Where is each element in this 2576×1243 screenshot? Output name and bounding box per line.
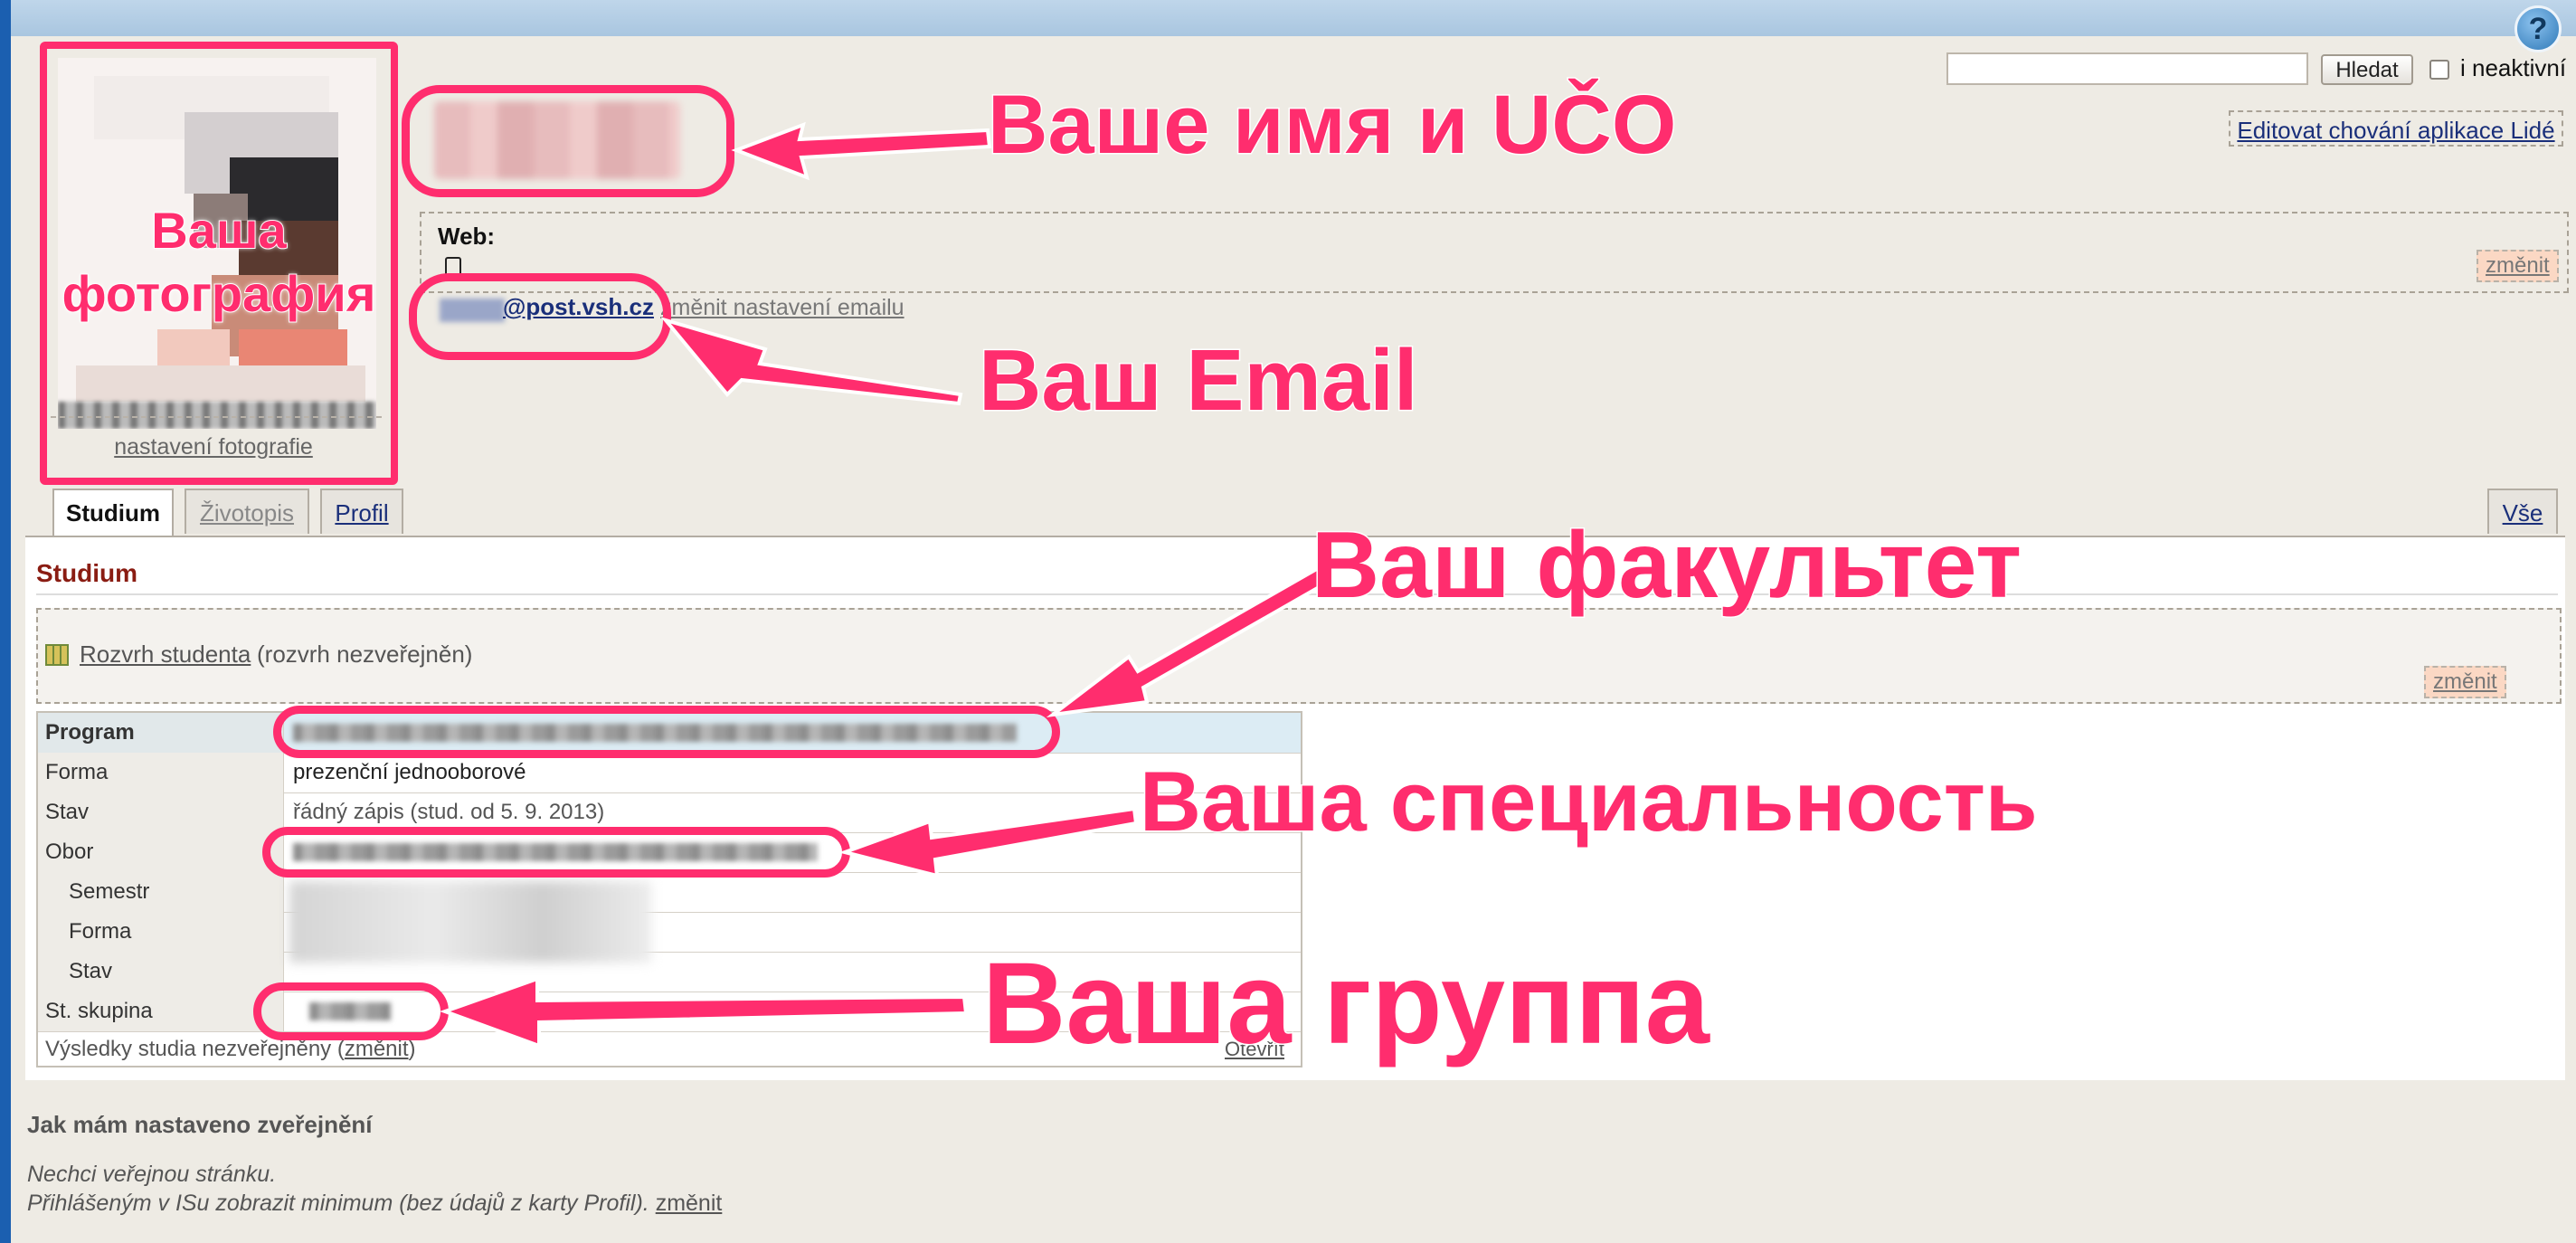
results-change-link[interactable]: změnit	[345, 1037, 409, 1061]
tab-all-label: Vše	[2502, 499, 2543, 527]
row-key: Stav	[38, 792, 284, 832]
left-edge-bar	[0, 0, 11, 1243]
semester-redacted	[289, 881, 651, 963]
specialty-arrow	[838, 806, 1139, 878]
row-key: Forma	[38, 753, 284, 792]
photo-annotation-line2: фотография	[62, 264, 377, 323]
annotation-group: Ваша группа	[981, 938, 1711, 1070]
row-key: Obor	[38, 832, 284, 872]
row-key: Forma	[38, 912, 284, 952]
row-key: Program	[38, 713, 284, 753]
calendar-icon	[45, 644, 69, 666]
faculty-arrow	[1046, 560, 1336, 717]
publication-settings-title: Jak mám nastaveno zveřejnění	[27, 1111, 373, 1138]
row-key: St. skupina	[38, 992, 284, 1031]
email-arrow	[660, 317, 963, 406]
search-input[interactable]	[1946, 52, 2308, 85]
publication-line2: Přihlášeným v ISu zobrazit minimum (bez …	[27, 1191, 722, 1217]
row-value: prezenční jednooborové	[293, 760, 526, 784]
search-button[interactable]: Hledat	[2321, 54, 2413, 85]
inactive-checkbox[interactable]	[2429, 60, 2449, 80]
photo-annotation: Ваша фотография	[40, 199, 398, 326]
row-key: Semestr	[38, 872, 284, 912]
schedule-link[interactable]: Rozvrh studenta	[80, 640, 251, 669]
publication-line1: Nechci veřejnou stránku.	[27, 1162, 277, 1187]
web-change-link[interactable]: změnit	[2477, 250, 2559, 282]
group-arrow	[440, 976, 969, 1048]
faculty-highlight-ring	[273, 706, 1060, 758]
name-arrow	[731, 121, 992, 181]
help-icon[interactable]: ?	[2514, 5, 2562, 52]
annotation-email: Ваш Email	[978, 331, 1420, 431]
tab-all[interactable]: Vše	[2487, 489, 2558, 534]
results-label: Výsledky studia nezveřejněny (	[45, 1037, 345, 1061]
top-bar	[0, 0, 2576, 36]
annotation-specialty: Ваша специальность	[1139, 753, 2040, 850]
tab-zivotopis[interactable]: Životopis	[185, 489, 309, 534]
publication-line2-text: Přihlášeným v ISu zobrazit minimum (bez …	[27, 1191, 649, 1216]
inactive-label: i neaktivní	[2460, 54, 2567, 81]
tab-profil-label: Profil	[335, 499, 389, 527]
web-label: Web:	[438, 223, 496, 250]
annotation-name: Ваше имя и UČO	[986, 78, 1677, 173]
edit-app-behavior-link[interactable]: Editovat chování aplikace Lidé	[2229, 110, 2563, 147]
publication-change-link[interactable]: změnit	[656, 1191, 723, 1216]
specialty-highlight-ring	[262, 827, 850, 878]
row-key: Stav	[38, 952, 284, 992]
schedule-note: (rozvrh nezveřejněn)	[257, 640, 473, 668]
schedule-change-link[interactable]: změnit	[2424, 666, 2506, 698]
tab-studium[interactable]: Studium	[52, 489, 174, 537]
email-highlight-ring	[409, 273, 671, 360]
results-close: )	[408, 1037, 416, 1061]
group-highlight-ring	[253, 982, 449, 1040]
tab-zivotopis-label: Životopis	[199, 499, 295, 527]
annotation-faculty: Ваш факультет	[1310, 512, 2022, 620]
name-highlight-ring	[402, 85, 734, 197]
photo-annotation-line1: Ваша	[150, 201, 287, 260]
panel-title: Studium	[36, 559, 137, 587]
tab-profil[interactable]: Profil	[320, 489, 403, 534]
web-section	[420, 212, 2569, 293]
